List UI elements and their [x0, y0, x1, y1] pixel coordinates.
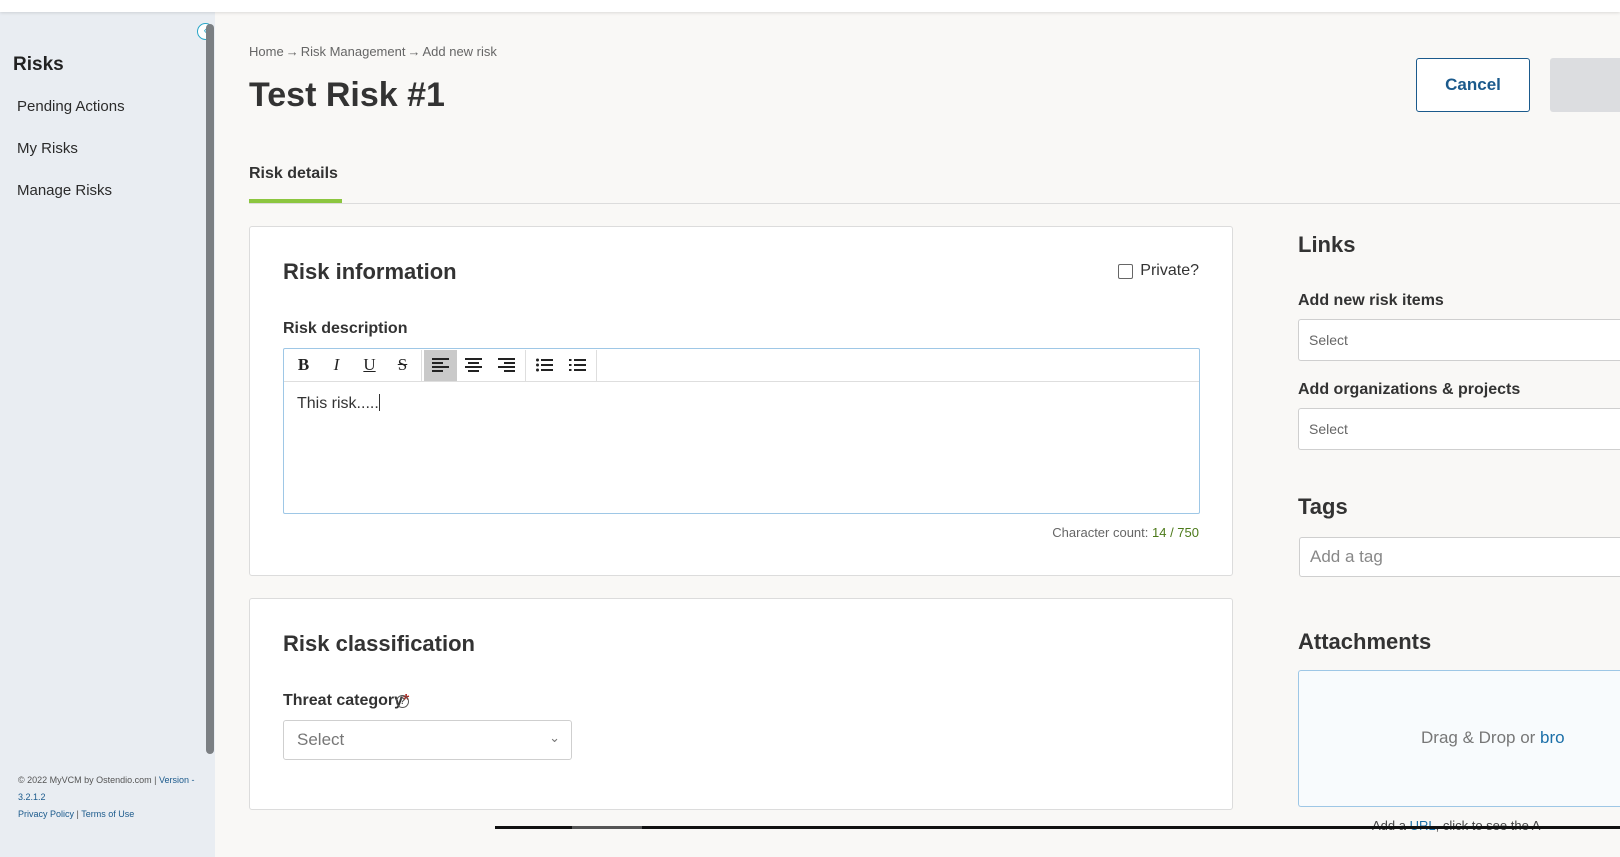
dropzone-text: Drag & Drop or bro: [1421, 728, 1565, 748]
breadcrumb-arrow-icon: →: [407, 44, 421, 59]
risk-classification-title: Risk classification: [283, 631, 475, 656]
toolbar-divider: [596, 349, 597, 381]
align-center-button[interactable]: [457, 350, 490, 381]
breadcrumb-home[interactable]: Home: [249, 44, 284, 59]
sidebar-title: Risks: [13, 54, 64, 75]
save-button[interactable]: [1550, 58, 1620, 112]
tag-input[interactable]: Add a tag: [1299, 537, 1620, 577]
add-risk-items-label: Add new risk items: [1298, 292, 1444, 309]
attachments-title: Attachments: [1298, 629, 1432, 654]
align-center-icon: [465, 358, 482, 372]
taskbar-strip: [495, 826, 1620, 829]
browse-link[interactable]: bro: [1540, 728, 1565, 747]
sidebar-scrollbar[interactable]: [206, 24, 214, 754]
threat-category-select[interactable]: Select ⌄: [283, 720, 572, 760]
breadcrumb-current: Add new risk: [422, 44, 497, 59]
italic-button[interactable]: I: [320, 350, 353, 381]
sidebar: ‹ Risks Pending Actions My Risks Manage …: [0, 12, 215, 857]
align-right-button[interactable]: [490, 350, 523, 381]
align-left-button[interactable]: [424, 349, 457, 381]
sidebar-item-pending-actions[interactable]: Pending Actions: [17, 98, 125, 115]
editor-content[interactable]: This risk.....: [284, 382, 1199, 425]
threat-category-placeholder: Select: [297, 730, 345, 749]
private-label: Private?: [1140, 262, 1199, 279]
threat-category-text: Threat category: [283, 692, 404, 709]
sidebar-footer: © 2022 MyVCM by Ostendio.com | Version -…: [18, 772, 198, 823]
breadcrumb: Home → Risk Management → Add new risk: [249, 44, 499, 59]
checkbox-icon[interactable]: [1118, 263, 1134, 279]
threat-category-label: Threat category*: [283, 692, 409, 710]
links-title: Links: [1298, 232, 1356, 257]
numbered-list-button[interactable]: [561, 350, 594, 381]
risk-description-label: Risk description: [283, 320, 408, 337]
tab-risk-details[interactable]: Risk details: [249, 165, 338, 183]
help-icon[interactable]: ?: [396, 695, 409, 708]
bullet-list-button[interactable]: [528, 350, 561, 381]
description-text: This risk.....: [297, 395, 379, 412]
add-organizations-placeholder: Select: [1309, 421, 1348, 437]
character-count-label: Character count:: [1052, 525, 1152, 540]
character-count: Character count: 14 / 750: [1052, 525, 1199, 540]
numbered-list-icon: [569, 359, 586, 371]
add-organizations-select[interactable]: Select: [1298, 408, 1620, 450]
character-count-value: 14 / 750: [1152, 525, 1199, 540]
privacy-policy-link[interactable]: Privacy Policy: [18, 809, 74, 819]
top-bar: [0, 0, 1620, 12]
terms-of-use-link[interactable]: Terms of Use: [81, 809, 134, 819]
add-organizations-label: Add organizations & projects: [1298, 381, 1521, 398]
risk-classification-card: Risk classification Threat category* ? S…: [249, 598, 1233, 810]
text-caret: [378, 394, 380, 411]
breadcrumb-risk-management[interactable]: Risk Management: [301, 44, 406, 59]
align-right-icon: [498, 358, 515, 372]
tag-input-placeholder: Add a tag: [1310, 547, 1383, 566]
taskbar-segment: [572, 826, 642, 829]
risk-information-title: Risk information: [283, 259, 457, 284]
copyright-text: © 2022 MyVCM by Ostendio.com |: [18, 775, 160, 785]
add-risk-items-placeholder: Select: [1309, 332, 1348, 348]
bold-button[interactable]: B: [287, 350, 320, 381]
risk-description-editor[interactable]: B I U S This risk.....: [283, 348, 1200, 514]
add-risk-items-select[interactable]: Select: [1298, 319, 1620, 361]
attachments-dropzone[interactable]: Drag & Drop or bro: [1298, 670, 1620, 807]
strikethrough-button[interactable]: S: [386, 350, 419, 381]
toolbar-divider: [421, 349, 422, 381]
page-title: Test Risk #1: [249, 76, 445, 114]
editor-toolbar: B I U S: [284, 349, 1199, 382]
align-left-icon: [432, 358, 449, 372]
risk-information-card: Risk information Private? Risk descripti…: [249, 226, 1233, 576]
breadcrumb-arrow-icon: →: [285, 44, 299, 59]
underline-button[interactable]: U: [353, 350, 386, 381]
sidebar-item-manage-risks[interactable]: Manage Risks: [17, 182, 112, 199]
tab-divider: [249, 203, 1620, 204]
cancel-button[interactable]: Cancel: [1416, 58, 1530, 112]
toolbar-divider: [525, 349, 526, 381]
private-checkbox[interactable]: Private?: [1118, 262, 1199, 280]
chevron-down-icon: ⌄: [549, 730, 560, 745]
drag-drop-text: Drag & Drop or: [1421, 728, 1541, 747]
sidebar-item-my-risks[interactable]: My Risks: [17, 140, 78, 157]
tags-title: Tags: [1298, 494, 1348, 519]
bullet-list-icon: [536, 358, 553, 372]
